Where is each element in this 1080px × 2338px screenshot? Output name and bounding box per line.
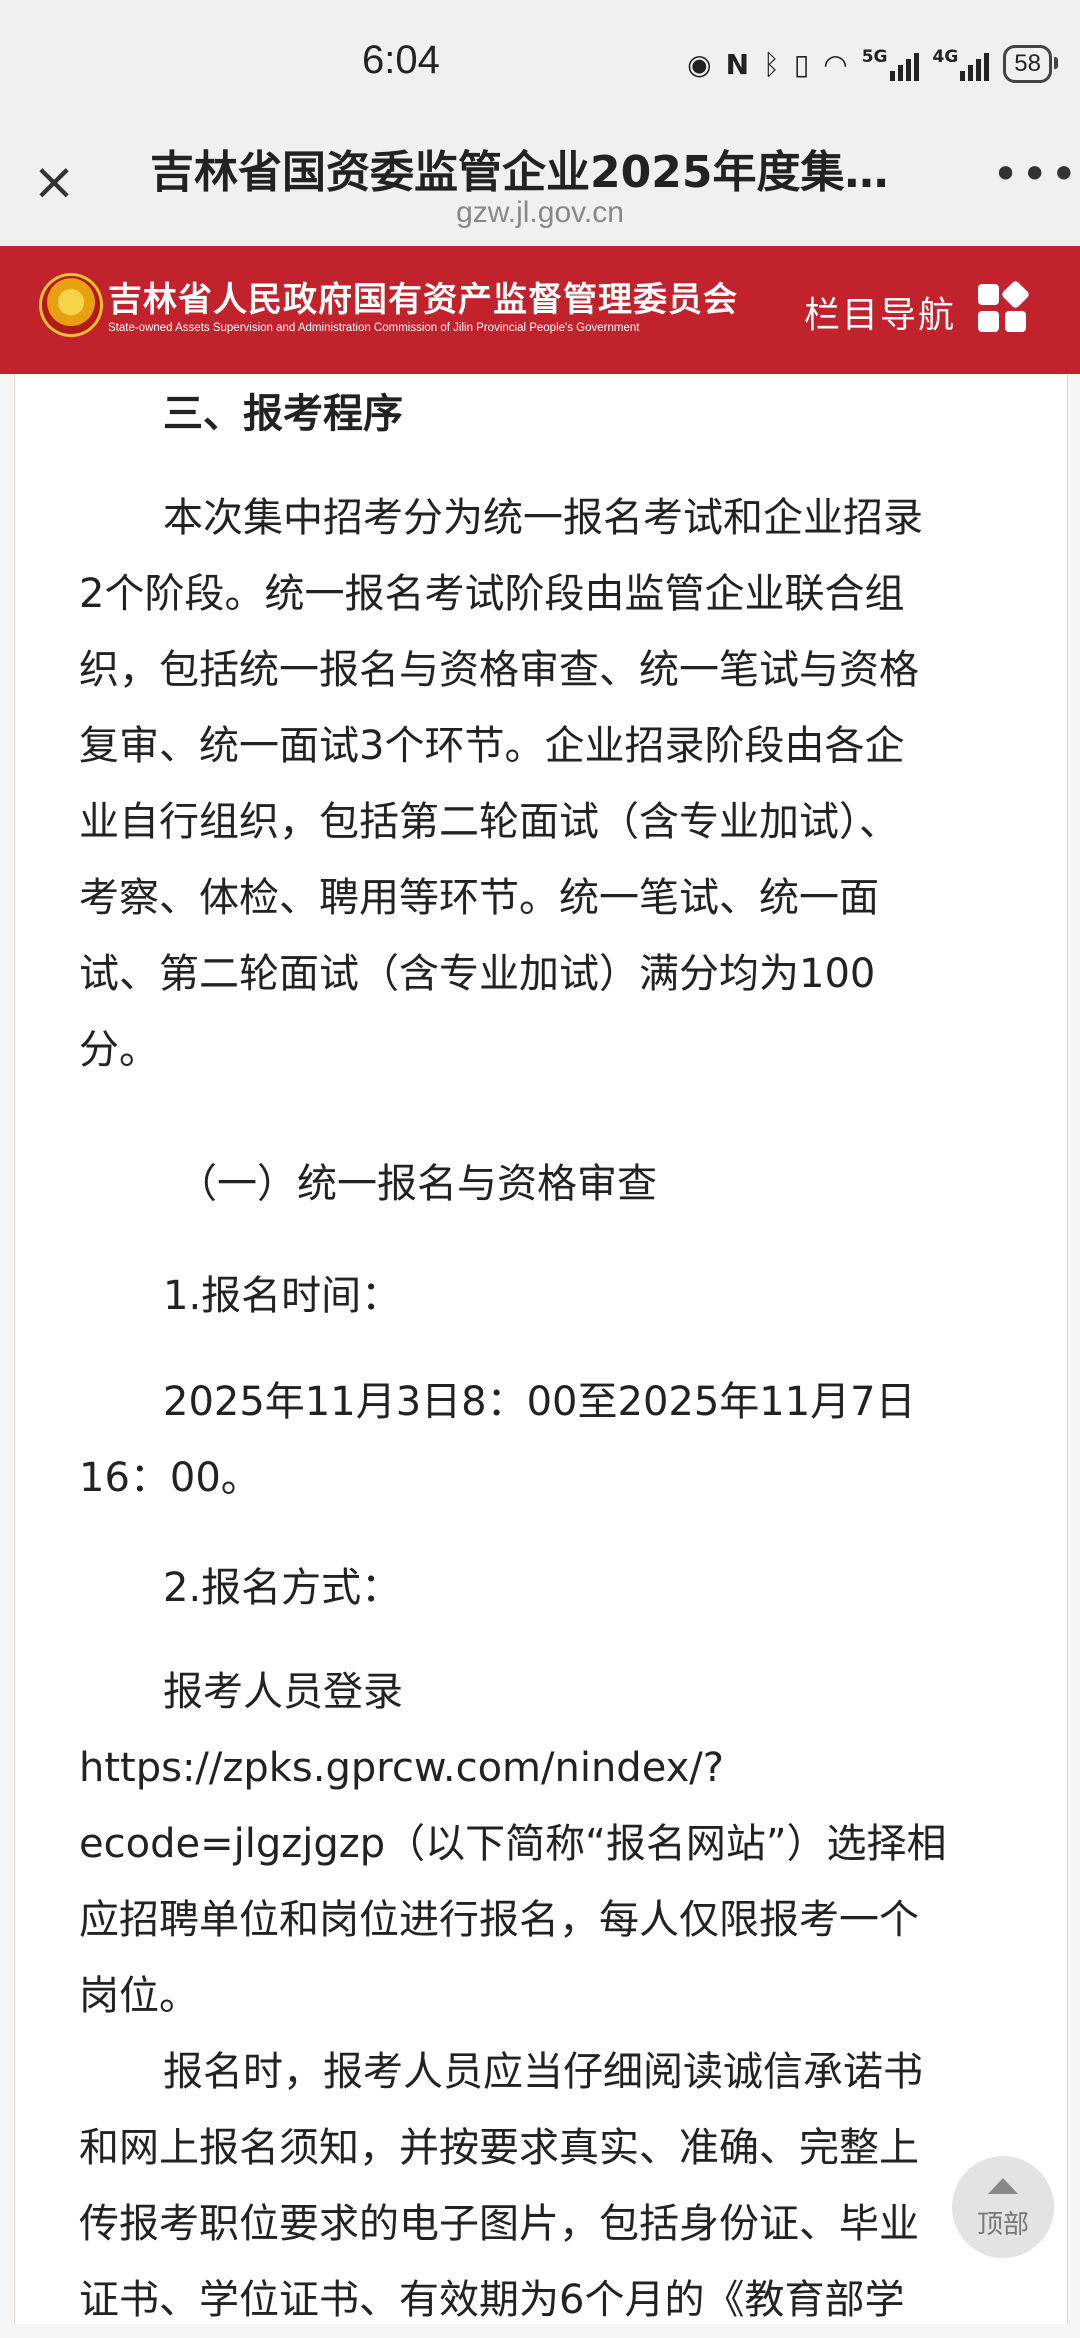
text-line: 证书、学位证书、有效期为6个月的《教育部学 (79, 2277, 905, 2323)
site-name-english: State-owned Assets Supervision and Admin… (108, 322, 640, 334)
site-banner: 吉林省人民政府国有资产监督管理委员会 State-owned Assets Su… (0, 246, 1080, 374)
status-bar: 6:04 ◉ N ᛒ ▯ ◠ 5G 4G 58 (0, 0, 1080, 132)
site-name[interactable]: 吉林省人民政府国有资产监督管理委员会 (108, 272, 738, 321)
text-line: 应招聘单位和岗位进行报名，每人仅限报考一个 (79, 1897, 919, 1943)
paragraph: 本次集中招考分为统一报名考试和企业招录 2个阶段。统一报名考试阶段由监管企业联合… (79, 480, 1009, 1088)
article-body: 三、报考程序 本次集中招考分为统一报名考试和企业招录 2个阶段。统一报名考试阶段… (14, 374, 1068, 2324)
text-line: 考察、体检、聘用等环节。统一笔试、统一面 (79, 875, 879, 921)
browser-header: × 吉林省国资委监管企业2025年度集… gzw.jl.gov.cn ••• (0, 118, 1080, 246)
page-title: 吉林省国资委监管企业2025年度集… (150, 147, 889, 198)
national-emblem-icon (42, 276, 100, 334)
text-line: 试、第二轮面试（含专业加试）满分均为100 (79, 951, 876, 997)
text-line: ecode=jlgzjgzp（以下简称“报名网站”）选择相 (79, 1821, 947, 1867)
wifi-icon: ◠ (823, 47, 848, 81)
text-line: 报名时，报考人员应当仔细阅读诚信承诺书 (163, 2049, 923, 2095)
vibrate-icon: ▯ (793, 47, 810, 81)
paragraph: 2025年11月3日8：00至2025年11月7日 16：00。 (79, 1364, 1009, 1516)
text-line: 分。 (79, 1027, 159, 1073)
item-title: 2.报名方式： (163, 1565, 402, 1611)
text-line: 2025年11月3日8：00至2025年11月7日 (163, 1379, 916, 1425)
close-icon[interactable]: × (26, 154, 82, 210)
signal-5g-icon: 5G (862, 47, 919, 81)
registration-link[interactable]: https://zpks.gprcw.com/nindex/? (79, 1730, 1009, 1806)
bluetooth-icon: ᛒ (763, 47, 780, 81)
text-line: 织，包括统一报名与资格审查、统一笔试与资格 (79, 647, 919, 693)
more-menu-icon[interactable]: ••• (992, 151, 1077, 210)
subheading: （一）统一报名与资格审查 (177, 1161, 657, 1207)
arrow-up-icon (988, 2178, 1018, 2194)
status-icons: ◉ N ᛒ ▯ ◠ 5G 4G 58 (687, 42, 1058, 86)
text-line: 本次集中招考分为统一报名考试和企业招录 (163, 495, 923, 541)
net-4g-label: 4G (932, 47, 959, 67)
text-line: 复审、统一面试3个环节。企业招录阶段由各企 (79, 723, 905, 769)
signal-4g-icon: 4G (933, 47, 990, 81)
paragraph: 报考人员登录 https://zpks.gprcw.com/nindex/? e… (79, 1654, 1009, 2034)
nfc-icon: N (725, 47, 750, 81)
paragraph: 报名时，报考人员应当仔细阅读诚信承诺书 和网上报名须知，并按要求真实、准确、完整… (79, 2034, 1009, 2338)
back-to-top-button[interactable]: 顶部 (952, 2156, 1054, 2258)
eye-icon: ◉ (687, 47, 712, 81)
nav-menu-label[interactable]: 栏目导航 (804, 286, 956, 338)
text-line: 报考人员登录 (163, 1669, 403, 1715)
net-5g-label: 5G (861, 47, 888, 67)
text-line: 和网上报名须知，并按要求真实、准确、完整上 (79, 2125, 919, 2171)
item-title: 1.报名时间： (163, 1273, 402, 1319)
page-url[interactable]: gzw.jl.gov.cn (150, 196, 930, 230)
text-line: 岗位。 (79, 1973, 199, 2019)
text-line: 业自行组织，包括第二轮面试（含专业加试）、 (79, 799, 899, 845)
battery-icon: 58 (1003, 45, 1058, 83)
section-heading: 三、报考程序 (163, 391, 403, 437)
text-line: 16：00。 (79, 1455, 261, 1501)
back-to-top-label: 顶部 (976, 2210, 1029, 2240)
grid-menu-icon[interactable] (978, 279, 1031, 334)
status-time: 6:04 (362, 38, 440, 82)
text-line: 2个阶段。统一报名考试阶段由监管企业联合组 (79, 571, 905, 617)
text-line: 传报考职位要求的电子图片，包括身份证、毕业 (79, 2201, 919, 2247)
